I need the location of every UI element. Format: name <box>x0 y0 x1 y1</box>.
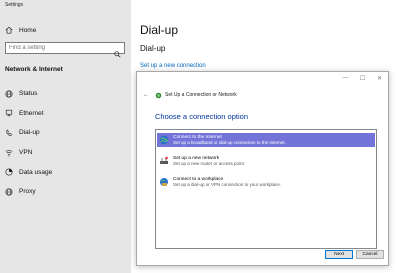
sidebar-item-dial-up[interactable]: Dial-up <box>0 123 131 143</box>
router-icon <box>159 156 169 166</box>
connection-options-list: Connect to the Internet Set up a broadba… <box>155 129 377 249</box>
setup-connection-dialog: — ☐ ✕ ← Set Up a Connection or Network C… <box>136 71 389 266</box>
page-title: Dial-up <box>140 23 179 37</box>
search-icon[interactable] <box>114 45 121 58</box>
option-desc: Set up a new router or access point. <box>173 161 246 166</box>
sidebar-item-label: Status <box>19 90 38 98</box>
home-label: Home <box>19 26 37 34</box>
sidebar-item-ethernet[interactable]: Ethernet <box>0 104 131 124</box>
sidebar-item-label: Data usage <box>19 168 53 176</box>
globe-icon <box>5 188 13 196</box>
sidebar-item-label: Ethernet <box>19 109 44 117</box>
globe-icon <box>5 90 13 98</box>
home-icon <box>5 26 13 34</box>
sidebar-item-data-usage[interactable]: Data usage <box>0 162 131 182</box>
sidebar-item-proxy[interactable]: Proxy <box>0 182 131 202</box>
window-title: Settings <box>5 2 24 8</box>
home-nav-item[interactable]: Home <box>5 24 36 36</box>
network-wizard-icon <box>155 92 162 99</box>
option-workplace[interactable]: Connect to a workplace Set up a dial-up … <box>157 175 375 189</box>
sidebar-item-vpn[interactable]: VPN <box>0 143 131 163</box>
window-controls: — ☐ ✕ <box>337 72 388 84</box>
next-button[interactable]: Next <box>325 250 353 259</box>
option-new-network[interactable]: Set up a new network Set up a new router… <box>157 154 375 168</box>
cancel-button[interactable]: Cancel <box>356 250 384 259</box>
option-connect-internet[interactable]: Connect to the Internet Set up a broadba… <box>157 133 375 147</box>
sidebar-item-status[interactable]: Status <box>0 84 131 104</box>
setup-new-connection-link[interactable]: Set up a new connection <box>140 63 206 69</box>
close-button[interactable]: ✕ <box>371 72 388 84</box>
workplace-icon <box>159 177 169 187</box>
section-title: Network & Internet <box>5 66 63 73</box>
dial-up-icon <box>5 129 13 137</box>
sidebar-nav: Status Ethernet Dial-up VPN Data usage P… <box>0 84 131 202</box>
sidebar-item-label: Proxy <box>19 188 36 196</box>
minimize-button[interactable]: — <box>337 72 354 84</box>
option-desc: Set up a dial-up or VPN connection to yo… <box>173 182 282 187</box>
option-desc: Set up a broadband or dial-up connection… <box>173 140 286 145</box>
search-input[interactable] <box>9 43 109 53</box>
data-usage-icon <box>5 168 13 176</box>
globe-connect-icon <box>159 135 169 145</box>
dialog-header: ← Set Up a Connection or Network <box>143 91 237 99</box>
back-arrow-icon[interactable]: ← <box>143 92 149 98</box>
dialog-heading: Choose a connection option <box>155 112 248 121</box>
dialog-header-title: Set Up a Connection or Network <box>165 92 237 98</box>
maximize-button[interactable]: ☐ <box>354 72 371 84</box>
sidebar-item-label: VPN <box>19 149 33 157</box>
sidebar: Settings Home Network & Internet Status … <box>0 0 131 273</box>
section-heading: Dial-up <box>140 44 166 53</box>
search-box[interactable] <box>5 42 125 58</box>
ethernet-icon <box>5 109 13 117</box>
vpn-icon <box>5 149 13 157</box>
sidebar-item-label: Dial-up <box>19 129 40 137</box>
